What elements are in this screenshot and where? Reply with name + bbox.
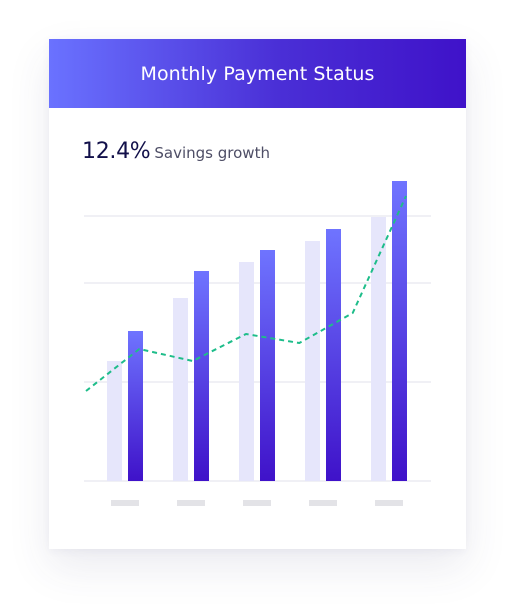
chart-bar-light — [305, 241, 320, 481]
chart-bar-primary — [260, 250, 275, 481]
chart-tick-placeholder — [177, 500, 205, 506]
chart-bar-light — [239, 262, 254, 481]
chart-tick-placeholder — [111, 500, 139, 506]
chart-tick-placeholder — [243, 500, 271, 506]
chart-tick-placeholder — [375, 500, 403, 506]
chart-tick-placeholder — [309, 500, 337, 506]
chart-bar-primary — [326, 229, 341, 481]
chart-bar-primary — [392, 181, 407, 481]
payment-status-card: Monthly Payment Status 12.4% Savings gro… — [49, 39, 466, 549]
chart-bar-primary — [194, 271, 209, 481]
chart-bar-primary — [128, 331, 143, 481]
chart-bar-light — [173, 298, 188, 481]
chart-bar-light — [107, 361, 122, 481]
chart-bar-light — [371, 217, 386, 481]
payment-bar-chart — [84, 181, 431, 506]
